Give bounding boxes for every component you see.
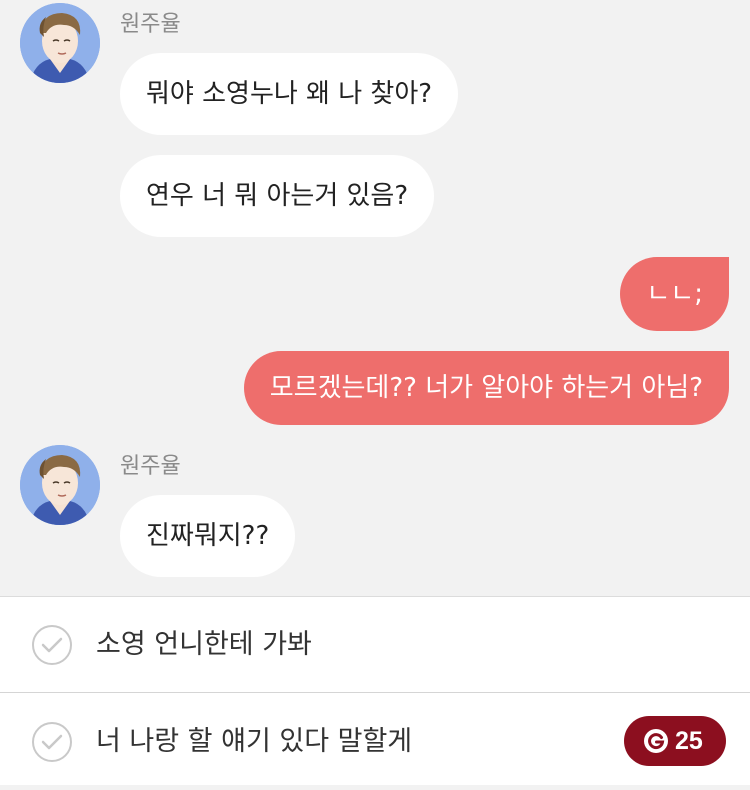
message-bubble-incoming: 진짜뭐지?? — [120, 495, 296, 577]
message-bubble-incoming: 연우 너 뭐 아는거 있음? — [120, 155, 435, 237]
contact-avatar[interactable] — [20, 3, 100, 83]
message-bubble-outgoing: 모르겠는데?? 너가 알아야 하는거 아님? — [243, 351, 729, 425]
sender-name: 원주율 — [120, 12, 181, 37]
reply-choices-panel: 소영 언니한테 가봐 너 나랑 할 얘기 있다 말할게 25 — [0, 596, 750, 785]
check-circle-icon — [32, 722, 72, 762]
reply-choice-1[interactable]: 소영 언니한테 가봐 — [0, 597, 750, 693]
chat-area: 원주율 뭐야 소영누나 왜 나 찾아? 연우 너 뭐 아는거 있음? ㄴㄴ; 모… — [0, 0, 750, 596]
contact-avatar[interactable] — [20, 445, 100, 525]
message-bubble-incoming: 뭐야 소영누나 왜 나 찾아? — [120, 53, 459, 135]
sender-name: 원주율 — [120, 454, 181, 479]
message-bubble-outgoing: ㄴㄴ; — [620, 257, 729, 331]
avatar-portrait-icon — [20, 445, 100, 525]
reply-choice-2[interactable]: 너 나랑 할 얘기 있다 말할게 25 — [0, 694, 750, 790]
avatar-portrait-icon — [20, 3, 100, 83]
coin-g-icon — [644, 729, 668, 753]
reply-choice-label: 소영 언니한테 가봐 — [96, 629, 312, 660]
cost-badge: 25 — [624, 716, 726, 766]
reply-choice-label: 너 나랑 할 얘기 있다 말할게 — [96, 726, 413, 757]
cost-value: 25 — [675, 727, 703, 755]
check-circle-icon — [32, 625, 72, 665]
